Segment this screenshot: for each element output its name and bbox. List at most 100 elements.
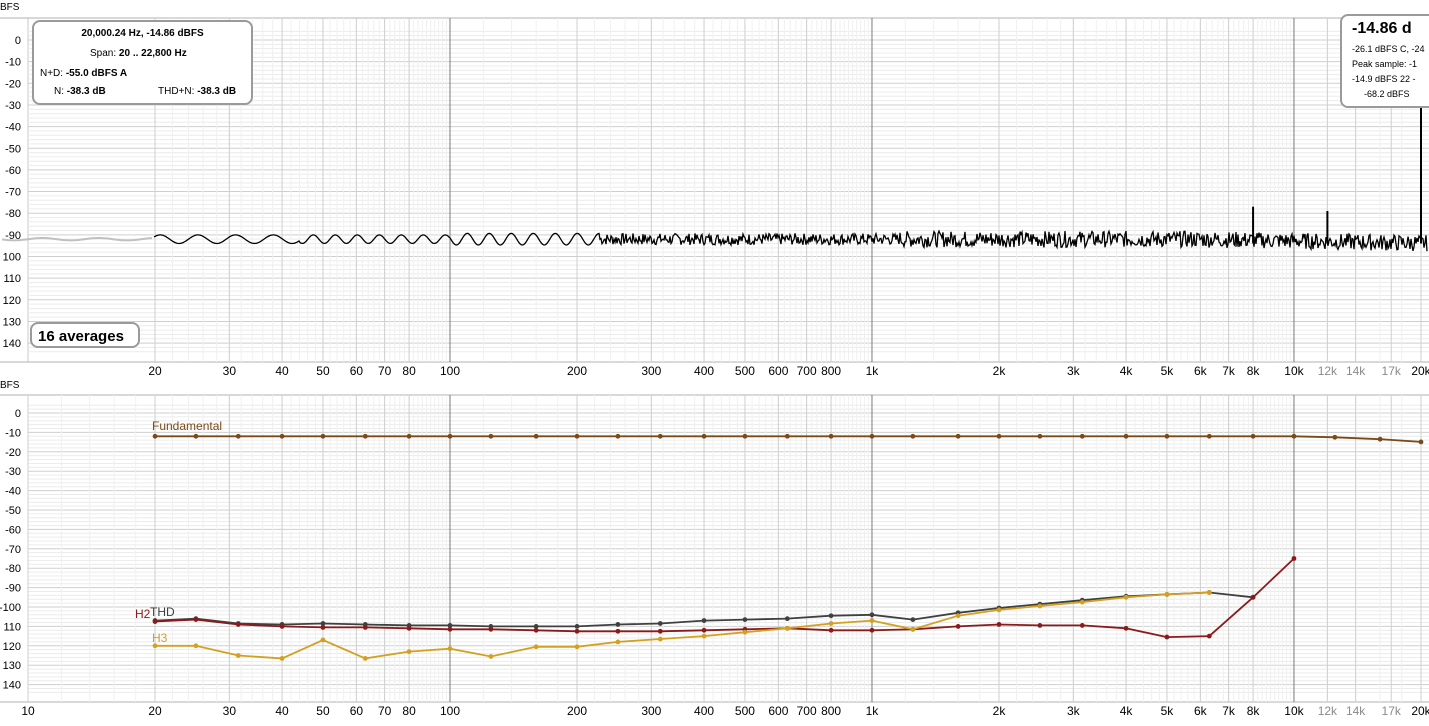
point-h2: [447, 626, 453, 632]
thdn-label: THD+N:: [158, 86, 195, 97]
span-value: 20 .. 22,800 Hz: [118, 48, 187, 59]
point-fundamental: [955, 433, 961, 439]
y-tick-label: -100: [0, 602, 21, 614]
x-tick-label: 12k: [1318, 364, 1338, 378]
point-h3: [574, 644, 580, 650]
point-fundamental: [533, 433, 539, 439]
peak-line-3: -14.9 dBFS 22 -: [1352, 74, 1416, 84]
point-h3: [996, 607, 1002, 613]
peak-readout-box[interactable]: -14.86 d -26.1 dBFS C, -24 Peak sample: …: [1340, 14, 1429, 108]
point-fundamental: [1037, 433, 1043, 439]
point-fundamental: [1123, 433, 1129, 439]
x-tick-label: 40: [275, 704, 289, 718]
series-label-h3: H3: [152, 631, 168, 645]
x-tick-label: 700: [797, 364, 817, 378]
point-thd: [742, 617, 748, 623]
x-tick-label: 70: [378, 364, 392, 378]
point-fundamental: [615, 433, 621, 439]
x-tick-label: 14k: [1346, 364, 1366, 378]
x-tick-label: 2k: [993, 364, 1007, 378]
y-tick-label: 120: [3, 641, 21, 653]
x-tick-label: 800: [821, 364, 841, 378]
point-h3: [657, 636, 663, 642]
point-fundamental: [1291, 433, 1297, 439]
y-tick-label: -50: [5, 505, 21, 517]
peak-line-1: -26.1 dBFS C, -24: [1352, 44, 1425, 54]
y-tick-label: -30: [5, 466, 21, 478]
y-tick-label: 110: [3, 273, 21, 285]
x-tick-label: 8k: [1247, 364, 1261, 378]
x-tick-label: 500: [735, 704, 755, 718]
point-fundamental: [701, 433, 707, 439]
nd-label: N+D:: [40, 68, 64, 79]
x-tick-label: 70: [378, 704, 392, 718]
point-h3: [1206, 590, 1212, 595]
y-tick-label: -40: [5, 122, 21, 134]
point-fundamental: [1206, 433, 1212, 439]
point-fundamental: [784, 433, 790, 439]
point-fundamental: [574, 433, 580, 439]
n-label: N:: [54, 86, 64, 97]
x-tick-label: 500: [735, 364, 755, 378]
x-tick-label: 1k: [866, 364, 880, 378]
point-h2: [657, 628, 663, 634]
peak-line-2: Peak sample: -1: [1352, 59, 1418, 69]
y-tick-label: 110: [3, 621, 21, 633]
x-tick-label: 20k: [1411, 364, 1429, 378]
point-thd: [828, 613, 834, 619]
x-tick-label: 1k: [866, 704, 880, 718]
point-h2: [279, 624, 285, 629]
point-h2: [193, 617, 199, 623]
x-tick-label: 2k: [993, 704, 1007, 718]
y-tick-label: -20: [5, 447, 21, 459]
point-fundamental: [447, 433, 453, 439]
point-h2: [362, 624, 368, 630]
point-fundamental: [320, 433, 326, 439]
point-h2: [152, 619, 158, 624]
point-h2: [1291, 556, 1297, 561]
measurement-box[interactable]: 20,000.24 Hz, -14.86 dBFS Span: 20 .. 22…: [32, 20, 253, 105]
point-fundamental: [828, 433, 834, 439]
distortion-panel[interactable]: BFS 0 -10 -20 -30 -40 -50 -60 -70 -80 -90 -100 110 12…: [0, 380, 1429, 718]
point-fundamental: [869, 433, 875, 439]
x-tick-label: 12k: [1318, 704, 1338, 718]
x-tick-label: 20: [148, 364, 162, 378]
point-h3: [615, 639, 621, 645]
x-tick-label: 10: [21, 704, 35, 718]
x-tick-label: 7k: [1222, 704, 1236, 718]
point-h3: [533, 644, 539, 650]
y-tick-label: 100: [3, 252, 21, 264]
point-fundamental: [1164, 433, 1170, 439]
peak-line-4: -68.2 dBFS: [1364, 89, 1410, 99]
x-tick-label: 200: [567, 364, 587, 378]
point-h3: [488, 654, 494, 659]
point-h2: [1037, 623, 1043, 628]
point-h3: [1164, 591, 1170, 597]
y-tick-label: -50: [5, 143, 21, 155]
y-tick-label: 120: [3, 295, 21, 307]
point-fundamental: [657, 433, 663, 439]
y-tick-label: -30: [5, 100, 21, 112]
y-tick-label: -20: [5, 78, 21, 90]
point-h3: [742, 629, 748, 635]
point-h2: [235, 622, 241, 627]
point-h2: [574, 628, 580, 634]
point-h2: [1123, 625, 1129, 631]
point-fundamental: [488, 433, 494, 439]
point-h3: [193, 643, 199, 649]
series-label-h2: H2: [135, 607, 151, 621]
x-tick-label: 14k: [1346, 704, 1366, 718]
y-tick-label: -10: [5, 57, 21, 69]
y-tick-label: -10: [5, 427, 21, 439]
point-thd: [701, 618, 707, 623]
point-h2: [996, 622, 1002, 627]
y-tick-label: -60: [5, 524, 21, 536]
point-thd: [615, 622, 621, 627]
averages-badge[interactable]: 16 averages: [30, 322, 140, 348]
y-tick-label: -40: [5, 486, 21, 498]
point-fundamental: [1332, 434, 1338, 440]
freq-level-readout: 20,000.24 Hz, -14.86 dBFS: [81, 28, 204, 39]
series-label-fundamental: Fundamental: [152, 419, 222, 433]
point-h3: [1037, 603, 1043, 609]
x-tick-label: 6k: [1194, 704, 1208, 718]
